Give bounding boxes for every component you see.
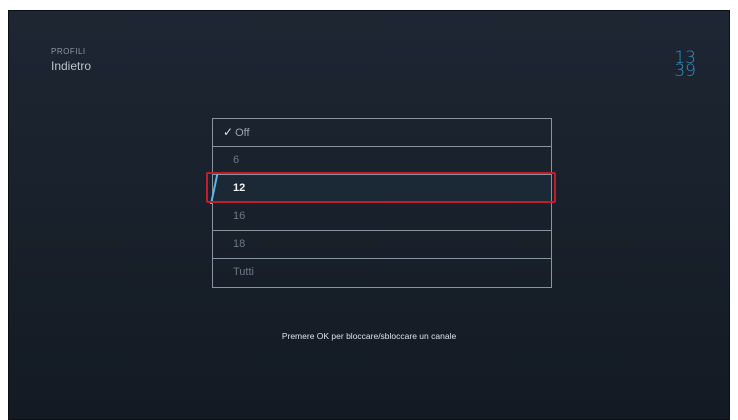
clock: 13 39 <box>674 50 696 81</box>
option-tutti[interactable]: Tutti <box>213 259 551 287</box>
option-6[interactable]: 6 <box>213 147 551 175</box>
option-label: Off <box>235 127 250 139</box>
section-label: PROFILI <box>51 47 86 56</box>
hint-text: Premere OK per bloccare/sbloccare un can… <box>281 331 457 341</box>
age-limit-options: ✓ Off 6 12 16 18 Tutti <box>210 118 552 288</box>
option-label: 16 <box>233 210 246 222</box>
back-button[interactable]: Indietro <box>51 59 91 73</box>
clock-minutes: 39 <box>674 61 696 81</box>
option-label: 18 <box>233 238 246 250</box>
option-off[interactable]: ✓ Off <box>213 119 551 147</box>
header: PROFILI Indietro <box>51 47 91 73</box>
option-label: 6 <box>233 154 240 166</box>
option-16[interactable]: 16 <box>213 203 551 231</box>
checkmark-icon: ✓ <box>223 125 234 139</box>
option-label: Tutti <box>233 266 254 278</box>
option-18[interactable]: 18 <box>213 231 551 259</box>
tv-frame: PROFILI Indietro 13 39 ✓ Off 6 12 16 18 T… <box>0 0 738 420</box>
selection-highlight-box <box>206 172 556 203</box>
